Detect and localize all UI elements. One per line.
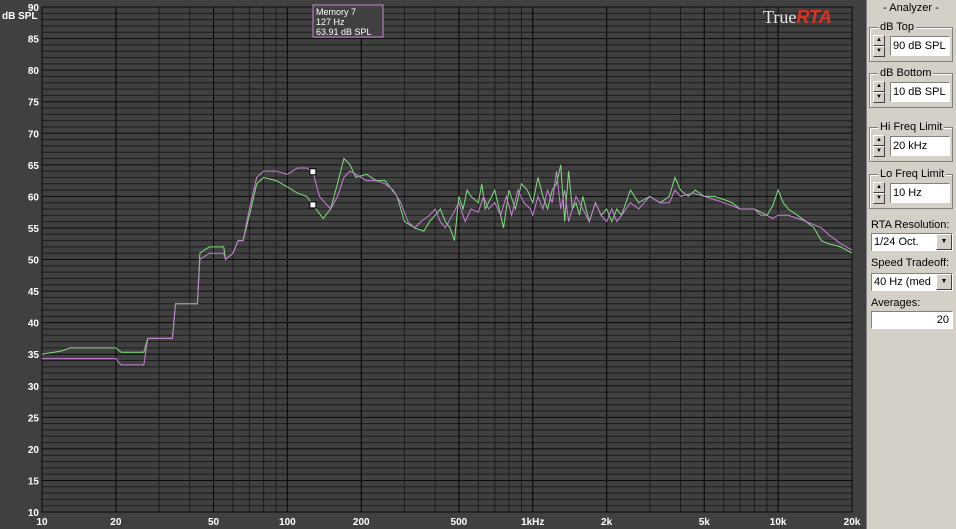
chevron-down-icon[interactable]: ▼	[936, 274, 952, 290]
hi-freq-group: Hi Freq Limit ▲ ▼ 20 kHz	[869, 121, 953, 162]
hi-freq-spinner[interactable]: ▲ ▼	[873, 135, 885, 159]
db-top-label: dB Top	[878, 21, 917, 33]
y-tick-label: 55	[28, 224, 40, 235]
db-bottom-field[interactable]: 10 dB SPL	[890, 82, 950, 102]
y-tick-label: 15	[28, 476, 40, 487]
speed-tradeoff-select[interactable]: 40 Hz (med ▼	[871, 273, 953, 291]
y-tick-label: 35	[28, 350, 40, 361]
y-tick-label: 20	[28, 445, 40, 456]
spin-up-icon[interactable]: ▲	[873, 81, 885, 92]
cursor-readout-text: 63.91 dB SPL	[316, 27, 372, 37]
y-unit-label: dB SPL	[2, 11, 38, 22]
x-tick-label: 2k	[601, 517, 613, 528]
x-tick-label: 20	[110, 517, 122, 528]
rta-resolution-value: 1/24 Oct.	[874, 236, 919, 248]
lo-freq-field[interactable]: 10 Hz	[890, 183, 950, 203]
speed-tradeoff-label: Speed Tradeoff:	[871, 257, 950, 269]
chevron-down-icon[interactable]: ▼	[936, 234, 952, 250]
analyzer-panel: - Analyzer - dB Top ▲ ▼ 90 dB SPL dB Bot…	[866, 0, 956, 529]
y-tick-label: 30	[28, 382, 40, 393]
spin-down-icon[interactable]: ▼	[873, 46, 885, 57]
db-top-group: dB Top ▲ ▼ 90 dB SPL	[869, 21, 953, 62]
hi-freq-label: Hi Freq Limit	[878, 121, 945, 133]
lo-freq-group: Lo Freq Limit ▲ ▼ 10 Hz	[869, 168, 953, 209]
truerta-logo: TrueRTA	[763, 7, 832, 27]
cursor-marker[interactable]	[309, 201, 317, 209]
spin-down-icon[interactable]: ▼	[873, 146, 885, 157]
db-bottom-label: dB Bottom	[878, 67, 934, 79]
spin-up-icon[interactable]: ▲	[873, 182, 885, 193]
rta-graph[interactable]: 101520253035404550556065707580859010 20 50…	[0, 0, 866, 529]
y-tick-label: 70	[28, 129, 40, 140]
spin-up-icon[interactable]: ▲	[873, 135, 885, 146]
db-top-field[interactable]: 90 dB SPL	[890, 36, 950, 56]
db-bottom-group: dB Bottom ▲ ▼ 10 dB SPL	[869, 67, 953, 108]
y-tick-label: 85	[28, 35, 40, 46]
spin-down-icon[interactable]: ▼	[873, 193, 885, 204]
x-tick-label: 10k	[770, 517, 787, 528]
lo-freq-spinner[interactable]: ▲ ▼	[873, 182, 885, 206]
analyzer-title: - Analyzer -	[883, 2, 939, 14]
y-tick-label: 25	[28, 413, 40, 424]
rta-resolution-select[interactable]: 1/24 Oct. ▼	[871, 233, 953, 251]
y-tick-label: 65	[28, 161, 40, 172]
speed-tradeoff-value: 40 Hz (med	[874, 276, 931, 288]
hi-freq-field[interactable]: 20 kHz	[890, 136, 950, 156]
rta-plot-area[interactable]: 10 15 20 25 30 35 40 45 50 55 60 65 70 75 80 85 90 10 20 50…	[0, 0, 866, 529]
x-tick-label: 200	[353, 517, 370, 528]
averages-label: Averages:	[871, 297, 921, 309]
x-tick-label: 500	[451, 517, 468, 528]
y-tick-label: 50	[28, 256, 40, 267]
y-tick-label: 75	[28, 98, 40, 109]
cursor-marker[interactable]	[309, 168, 317, 176]
lo-freq-label: Lo Freq Limit	[878, 168, 947, 180]
spin-up-icon[interactable]: ▲	[873, 35, 885, 46]
y-tick-label: 80	[28, 66, 40, 77]
x-tick-label: 50	[208, 517, 220, 528]
cursor-readout-text: Memory 7	[316, 7, 356, 17]
y-tick-label: 60	[28, 192, 40, 203]
x-tick-label: 10	[36, 517, 48, 528]
cursor-readout-text: 127 Hz	[316, 17, 345, 27]
db-top-spinner[interactable]: ▲ ▼	[873, 35, 885, 59]
x-tick-label: 20k	[844, 517, 861, 528]
y-tick-label: 45	[28, 287, 40, 298]
spin-down-icon[interactable]: ▼	[873, 92, 885, 103]
db-bottom-spinner[interactable]: ▲ ▼	[873, 81, 885, 105]
x-tick-label: 5k	[699, 517, 711, 528]
averages-field[interactable]: 20	[871, 311, 953, 329]
y-tick-label: 40	[28, 319, 40, 330]
rta-resolution-label: RTA Resolution:	[871, 219, 950, 231]
x-tick-label: 1kHz	[521, 517, 544, 528]
x-tick-label: 100	[279, 517, 296, 528]
